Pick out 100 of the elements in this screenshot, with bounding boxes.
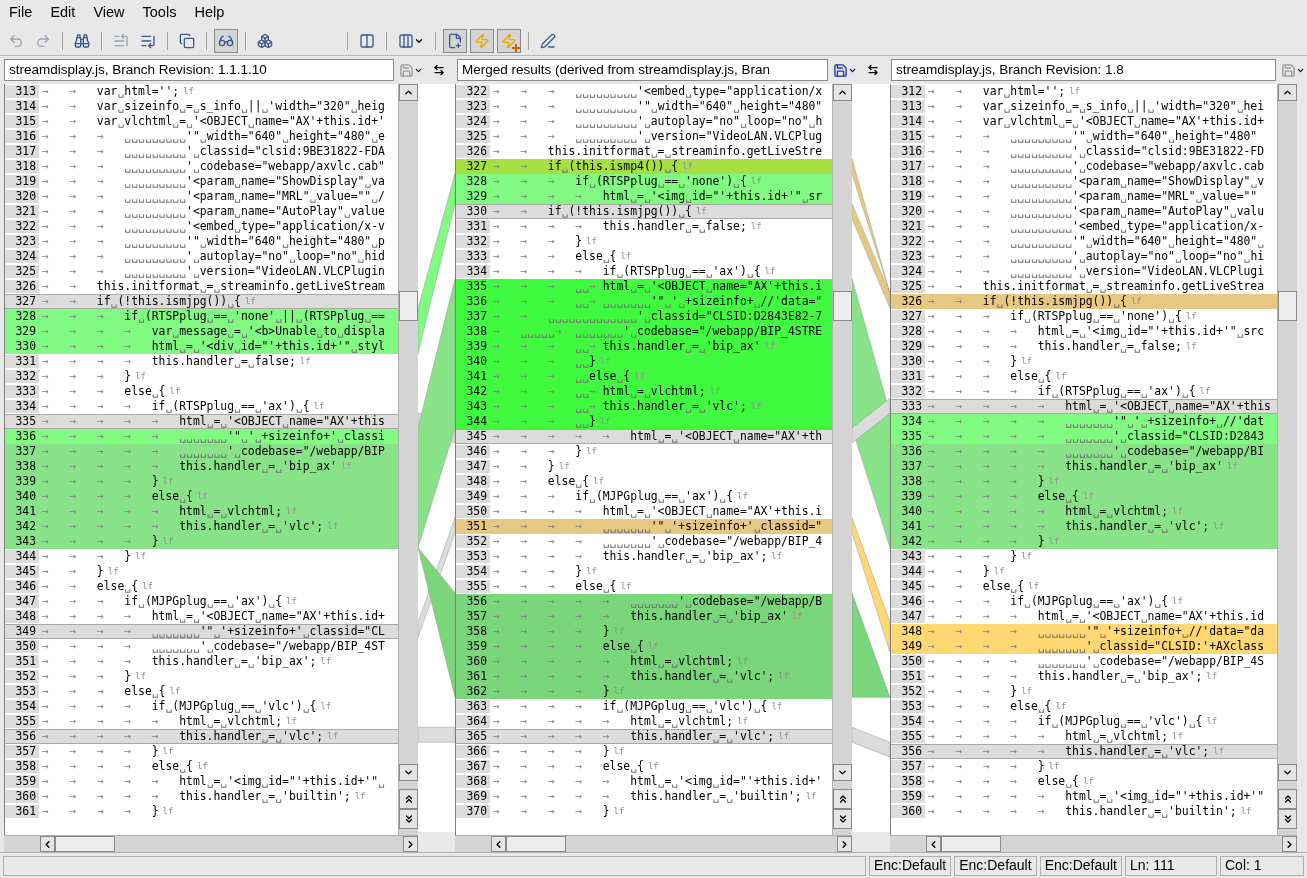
new-document-button[interactable] bbox=[443, 28, 467, 53]
code-text: → → → → → ␣␣␣␣␣␣␣'␣codebase="/webapp/BI bbox=[927, 445, 1265, 458]
page-down-button[interactable] bbox=[1278, 809, 1297, 829]
code-text: → → → ␣␣→ this.handler␣=␣'bip_ax' bbox=[492, 340, 761, 353]
scroll-thumb[interactable] bbox=[506, 836, 566, 852]
scroll-thumb[interactable] bbox=[941, 836, 1001, 852]
line-number: 350 bbox=[456, 505, 490, 518]
line-number: 316 bbox=[891, 145, 925, 158]
scroll-down-button[interactable] bbox=[1278, 764, 1297, 781]
floppy-disk-icon bbox=[1281, 62, 1305, 78]
scroll-thumb[interactable] bbox=[55, 836, 115, 852]
scroll-right-button[interactable] bbox=[837, 836, 852, 852]
code-text: → → → → if␣(RTSPplug␣==␣'ax')␣{ bbox=[492, 265, 761, 278]
menu-item[interactable]: Edit bbox=[44, 2, 82, 24]
line-end-mark: lf bbox=[327, 520, 339, 533]
line-end-mark: lf bbox=[162, 745, 174, 758]
line-number: 332 bbox=[456, 235, 490, 248]
line-number: 336 bbox=[900, 445, 923, 458]
scroll-up-button[interactable] bbox=[399, 84, 418, 101]
line-number: 338 bbox=[465, 325, 488, 338]
code-text: → → → → this.handler␣=␣false; bbox=[492, 220, 747, 233]
code-text: → → → if␣(MJPGplug␣==␣'ax')␣{ bbox=[41, 595, 283, 608]
page-down-button[interactable] bbox=[399, 809, 418, 829]
line-end-mark: lf bbox=[162, 805, 174, 818]
line-number: 357 bbox=[891, 760, 925, 773]
scroll-thumb[interactable] bbox=[399, 291, 418, 321]
line-number: 329 bbox=[14, 325, 37, 338]
page-down-button[interactable] bbox=[833, 809, 852, 829]
line-number: 333 bbox=[900, 400, 923, 413]
line-number: 328 bbox=[465, 175, 488, 188]
line-number: 321 bbox=[5, 205, 39, 218]
scroll-right-button[interactable] bbox=[1282, 836, 1297, 852]
line-end-mark: lf bbox=[1240, 805, 1252, 818]
line-end-mark: lf bbox=[196, 760, 208, 773]
code-text: → → → → ␣␣␣␣␣␣␣'"␣'+sizeinfo+'␣classid="CL bbox=[41, 625, 385, 638]
code-text: → → → → if␣(RTSPplug␣==␣'ax')␣{ bbox=[927, 385, 1196, 398]
code-text: → → if␣(!this.ismjpg())␣{ bbox=[927, 295, 1127, 308]
line-number: 334 bbox=[456, 265, 490, 278]
code-text: → → → → else␣{ bbox=[41, 490, 193, 503]
scroll-up-button[interactable] bbox=[833, 84, 852, 101]
undo-icon bbox=[8, 32, 24, 49]
scroll-thumb[interactable] bbox=[833, 291, 852, 321]
code-text: → → → → → this.handler␣=␣'bip_ax' bbox=[492, 610, 788, 623]
code-text: → → → ␣␣␣␣␣␣␣␣␣'␣codebase="webapp/axvlc.cab" bbox=[41, 160, 385, 173]
line-number: 360 bbox=[891, 805, 925, 818]
line-number: 361 bbox=[465, 670, 488, 683]
scroll-down-button[interactable] bbox=[399, 764, 418, 781]
line-number: 344 bbox=[465, 415, 488, 428]
line-number: 332 bbox=[891, 385, 925, 398]
code-text: → → → → → ␣␣␣␣␣␣␣'␣codebase="/webapp/B bbox=[492, 595, 823, 608]
page-up-button[interactable] bbox=[1278, 789, 1297, 809]
code-text: → → } bbox=[492, 460, 555, 473]
line-number: 338 bbox=[900, 475, 923, 488]
line-number: 355 bbox=[5, 715, 39, 728]
scroll-left-button[interactable] bbox=[40, 836, 55, 852]
code-text: → → → ␣␣␣␣␣␣␣␣␣'<embed␣type="application/x-v bbox=[41, 220, 385, 233]
line-number: 340 bbox=[14, 490, 37, 503]
line-number: 343 bbox=[14, 535, 37, 548]
code-text: → → → ␣␣␣␣␣␣␣␣␣'␣classid="clsid:9BE31822-FD bbox=[927, 145, 1265, 158]
scroll-right-button[interactable] bbox=[403, 836, 418, 852]
line-end-mark: lf bbox=[1028, 580, 1039, 593]
lightning-button[interactable] bbox=[470, 28, 494, 53]
line-end-mark: lf bbox=[586, 445, 597, 458]
line-end-mark: lf bbox=[737, 490, 748, 503]
page-up-button[interactable] bbox=[833, 789, 852, 809]
code-text: → → → → → html␣=␣vlchtml; bbox=[927, 505, 1169, 518]
line-number: 343 bbox=[891, 550, 925, 563]
scroll-left-button[interactable] bbox=[926, 836, 941, 852]
code-text: → → → ␣␣␣␣␣␣␣␣␣'<param␣name="AutoPlay"␣value bbox=[41, 205, 385, 218]
floppy-disk-icon bbox=[399, 62, 423, 78]
scroll-thumb[interactable] bbox=[1278, 291, 1297, 321]
line-end-mark: lf bbox=[340, 460, 352, 473]
page-up-button[interactable] bbox=[399, 789, 418, 809]
line-number: 365 bbox=[465, 730, 488, 743]
line-number: 353 bbox=[5, 685, 39, 698]
menu-item[interactable]: Help bbox=[188, 2, 231, 24]
line-number: 337 bbox=[14, 445, 37, 458]
scroll-down-button[interactable] bbox=[833, 764, 852, 781]
menu-item[interactable]: View bbox=[87, 2, 131, 24]
scroll-left-button[interactable] bbox=[491, 836, 506, 852]
glasses-button[interactable] bbox=[214, 28, 238, 53]
code-text: → → → } bbox=[492, 235, 583, 248]
line-number: 315 bbox=[5, 115, 39, 128]
scroll-up-button[interactable] bbox=[1278, 84, 1297, 101]
line-number: 338 bbox=[14, 460, 37, 473]
line-number: 320 bbox=[891, 205, 925, 218]
line-end-mark: lf bbox=[737, 655, 748, 668]
menu-item[interactable]: File bbox=[3, 2, 39, 24]
code-text: → → → → } bbox=[41, 535, 159, 548]
code-text: → → → → this.handler␣=␣false; bbox=[927, 340, 1182, 353]
lightning-plus-button[interactable] bbox=[497, 28, 521, 53]
line-number: 345 bbox=[465, 430, 488, 443]
menu-item[interactable]: Tools bbox=[136, 2, 183, 24]
line-end-mark: lf bbox=[286, 505, 297, 518]
line-number: 348 bbox=[900, 625, 923, 638]
binoculars-icon bbox=[74, 32, 90, 49]
code-text: → → → ␣␣␣␣␣␣␣␣␣'"␣width="640"␣height="480"␣p bbox=[41, 235, 385, 248]
status-field: Col: 1 bbox=[1220, 855, 1304, 876]
code-text: → → → → → ␣␣␣␣␣␣␣'␣codebase="/webapp/BIP bbox=[41, 445, 385, 458]
line-number: 355 bbox=[456, 580, 490, 593]
